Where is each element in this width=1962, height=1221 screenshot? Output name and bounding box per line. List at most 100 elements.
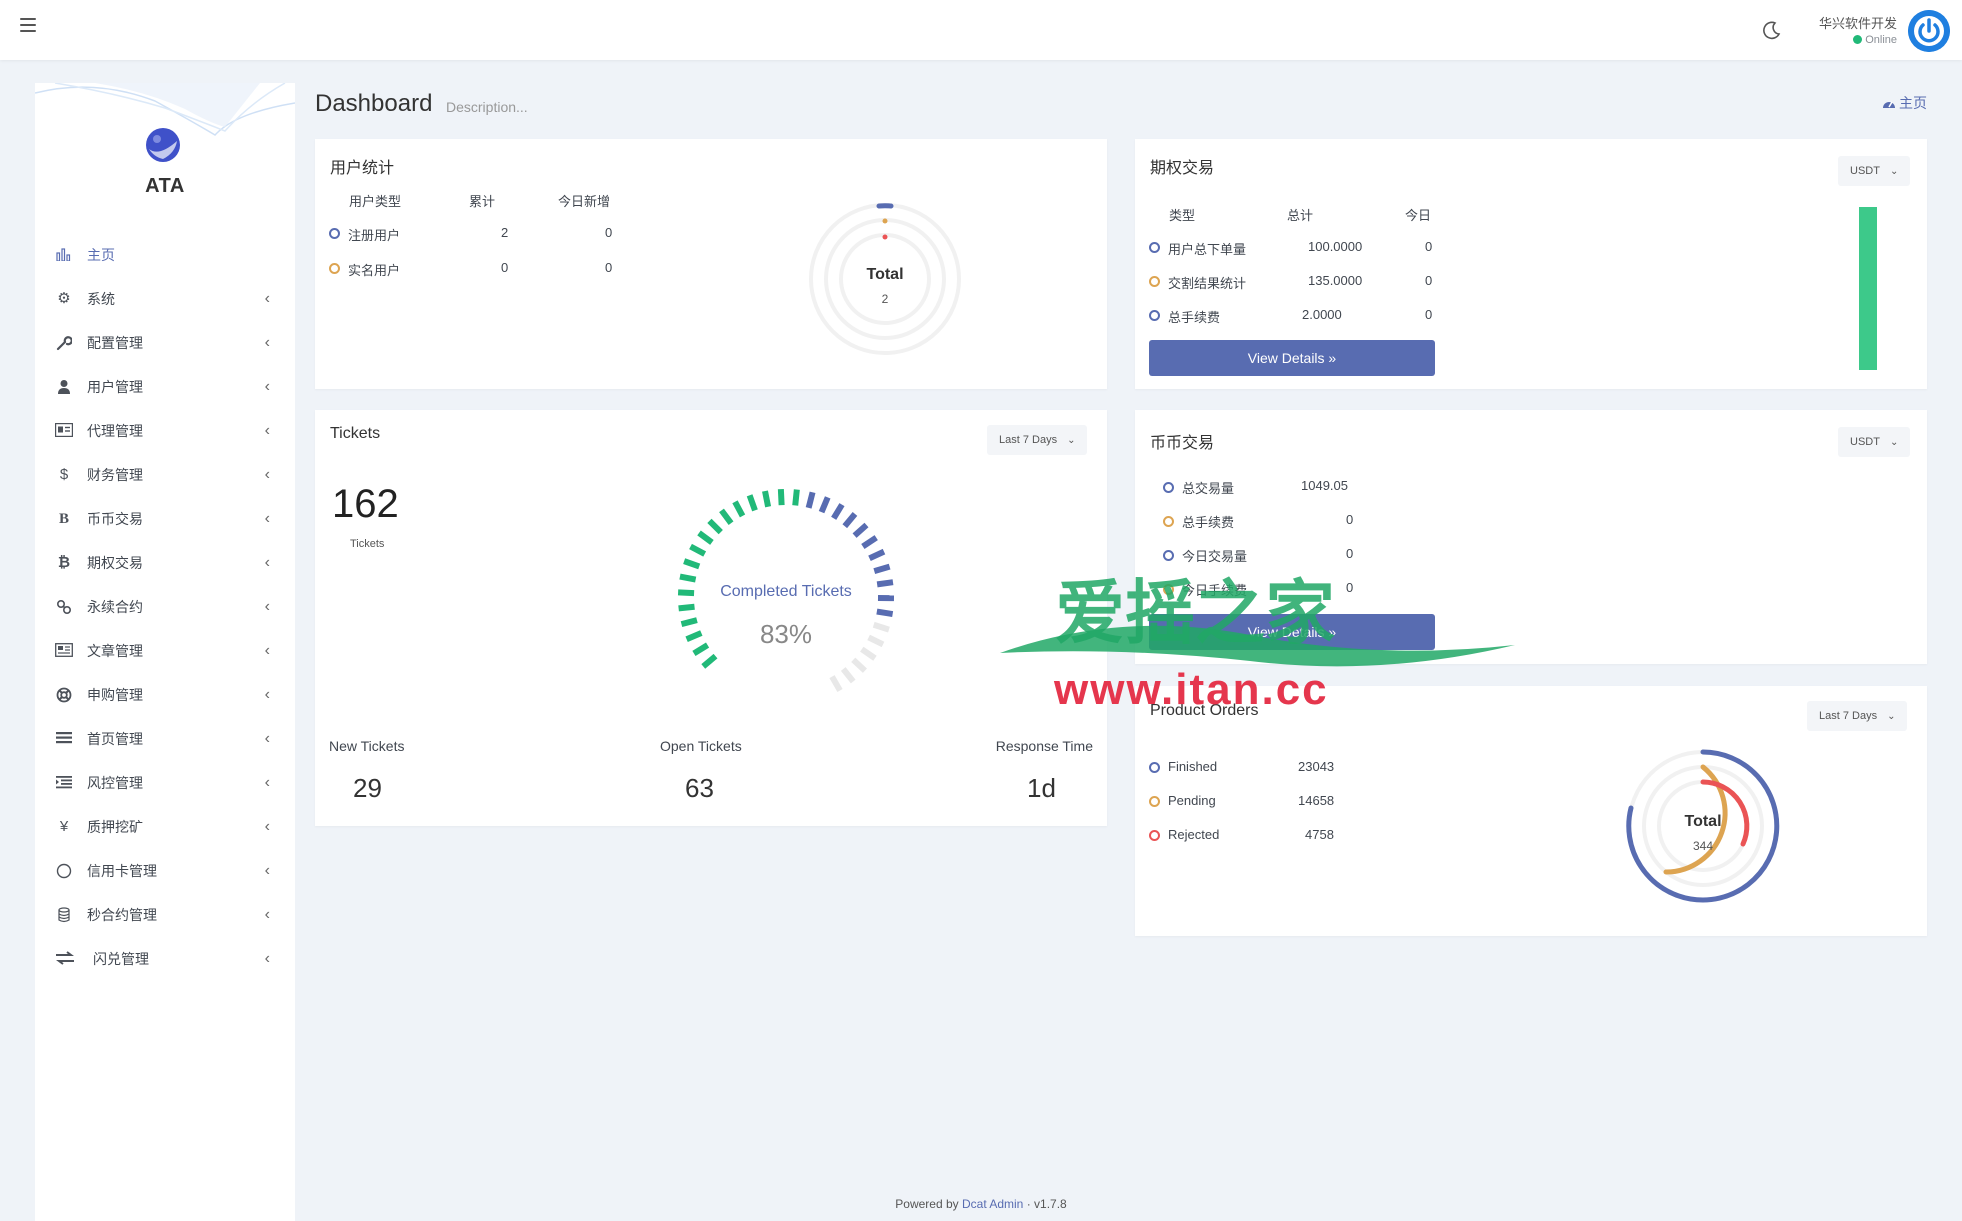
footer-powered: Powered by	[895, 1197, 959, 1211]
gauge-segment	[873, 563, 891, 574]
wrench-icon	[55, 335, 73, 351]
legend-dot-icon	[1163, 482, 1174, 493]
sidebar-item-perpetual[interactable]: 永续合约 ‹	[35, 585, 295, 629]
sidebar-item-label: 代理管理	[87, 423, 143, 439]
footer-dcat-link[interactable]: Dcat Admin	[962, 1197, 1023, 1211]
sidebar-item-credit-card[interactable]: 信用卡管理 ‹	[35, 849, 295, 893]
view-details-button[interactable]: View Details »	[1149, 340, 1435, 376]
gauge-segment	[842, 511, 858, 529]
sidebar-item-homepage[interactable]: 首页管理 ‹	[35, 717, 295, 761]
chevron-down-icon: ⌄	[1889, 437, 1899, 448]
currency-value: USDT	[1850, 165, 1880, 177]
gauge-segment	[792, 489, 800, 506]
gauge-segment	[746, 494, 758, 512]
tickets-count: 162	[332, 482, 399, 526]
gauge-segment	[860, 646, 877, 661]
sidebar-item-label: 申购管理	[87, 687, 143, 703]
sidebar-item-risk[interactable]: 风控管理 ‹	[35, 761, 295, 805]
sidebar-item-users[interactable]: 用户管理 ‹	[35, 365, 295, 409]
brand-logo[interactable]	[145, 127, 181, 163]
watermark-url: www.itan.cc	[1054, 665, 1329, 714]
row-value: 23043	[1298, 759, 1335, 774]
chevron-left-icon: ‹	[264, 378, 270, 395]
brand-name[interactable]: ATA	[35, 175, 295, 198]
legend-dot-icon	[1149, 276, 1160, 287]
legend-dot-icon	[1149, 310, 1160, 321]
sidebar-item-label: 首页管理	[87, 731, 143, 747]
gauge-segment	[829, 675, 843, 693]
exchange-icon	[55, 951, 74, 967]
currency-select[interactable]: USDT ⌄	[1838, 156, 1911, 186]
col-header-type: 类型	[1169, 208, 1196, 223]
sidebar-item-articles[interactable]: 文章管理 ‹	[35, 629, 295, 673]
user-donut-value: 2	[881, 292, 889, 306]
sidebar-item-coin-trade[interactable]: B 币币交易 ‹	[35, 497, 295, 541]
chevron-left-icon: ‹	[264, 950, 270, 967]
breadcrumb-home[interactable]: 主页	[1899, 95, 1927, 111]
chevron-left-icon: ‹	[264, 422, 270, 439]
legend-dot-icon	[1163, 516, 1174, 527]
row-value: 14658	[1298, 793, 1335, 808]
sidebar-item-subscription[interactable]: 申购管理 ‹	[35, 673, 295, 717]
sidebar-item-staking[interactable]: ¥ 质押挖矿 ‹	[35, 805, 295, 849]
user-name[interactable]: 华兴软件开发	[1819, 13, 1897, 32]
legend-dot-icon	[329, 228, 340, 239]
gauge-segment	[840, 667, 856, 684]
col-header-today: 今日新增	[558, 194, 611, 209]
sidebar-nav: 主页 ⚙ 系统 ‹ 配置管理 ‹ 用户管理 ‹ 代理管理 ‹ $ 财务管理 ‹ …	[35, 233, 295, 981]
gauge-segment	[777, 488, 785, 506]
yen-icon: ¥	[59, 818, 69, 835]
sidebar-item-label: 秒合约管理	[87, 907, 157, 923]
watermark-logo: 爱摇之家	[1000, 572, 1515, 667]
range-select[interactable]: Last 7 Days ⌄	[1807, 701, 1908, 731]
coin-trade-title: 币币交易	[1150, 435, 1215, 452]
chevron-down-icon: ⌄	[1067, 435, 1076, 446]
gauge-segment	[719, 508, 734, 525]
sidebar-item-config[interactable]: 配置管理 ‹	[35, 321, 295, 365]
row-type: 实名用户	[348, 263, 401, 278]
top-navbar: 华兴软件开发 Online	[0, 0, 1962, 60]
row-type: 交割结果统计	[1168, 276, 1247, 291]
footer-version: v1.7.8	[1034, 1197, 1067, 1211]
sidebar-item-label: 主页	[87, 247, 115, 263]
dark-mode-icon[interactable]	[1762, 20, 1782, 40]
gauge-segment	[805, 491, 816, 509]
avatar[interactable]	[1908, 10, 1950, 52]
newspaper-icon	[55, 643, 73, 659]
watermark-logo-text: 爱摇之家	[1055, 572, 1335, 654]
sidebar-item-second-contract[interactable]: 秒合约管理 ‹	[35, 893, 295, 937]
breadcrumb[interactable]: 主页	[1882, 93, 1927, 113]
gauge-segment	[831, 503, 845, 520]
sidebar-item-flash-exchange[interactable]: 闪兑管理 ‹	[35, 937, 295, 981]
row-total: 100.0000	[1308, 239, 1363, 254]
row-type: 总手续费	[1168, 310, 1221, 325]
chevron-down-icon: ⌄	[1889, 166, 1899, 177]
bar-chart-icon	[55, 247, 73, 263]
footer-separator: ·	[1026, 1197, 1031, 1211]
row-type: 总手续费	[1182, 515, 1235, 530]
sidebar-item-finance[interactable]: $ 财务管理 ‹	[35, 453, 295, 497]
range-select[interactable]: Last 7 Days ⌄	[987, 425, 1088, 455]
stat-new-tickets-value: 29	[353, 773, 382, 803]
sidebar-item-system[interactable]: ⚙ 系统 ‹	[35, 277, 295, 321]
menu-toggle-icon[interactable]	[20, 18, 36, 32]
row-type: 注册用户	[348, 228, 401, 243]
range-value: Last 7 Days	[1819, 710, 1878, 722]
page-title: Dashboard	[315, 90, 433, 117]
gauge-label: Completed Tickets	[720, 583, 852, 600]
chevron-left-icon: ‹	[264, 642, 270, 659]
sidebar-item-label: 系统	[87, 291, 115, 307]
user-stats-title: 用户统计	[330, 160, 395, 177]
sidebar-item-label: 风控管理	[87, 775, 143, 791]
row-value: 0	[1346, 546, 1354, 561]
sidebar-item-home[interactable]: 主页	[35, 233, 295, 277]
user-donut-label: Total	[866, 266, 904, 283]
currency-select[interactable]: USDT ⌄	[1838, 427, 1911, 457]
stat-response-time-value: 1d	[1027, 773, 1056, 803]
gauge-segment	[851, 657, 867, 673]
sidebar-item-options-trade[interactable]: ₿ 期权交易 ‹	[35, 541, 295, 585]
sidebar-item-label: 质押挖矿	[87, 819, 143, 835]
sidebar-item-agents[interactable]: 代理管理 ‹	[35, 409, 295, 453]
chevron-left-icon: ‹	[264, 510, 270, 527]
tickets-title: Tickets	[330, 425, 381, 442]
